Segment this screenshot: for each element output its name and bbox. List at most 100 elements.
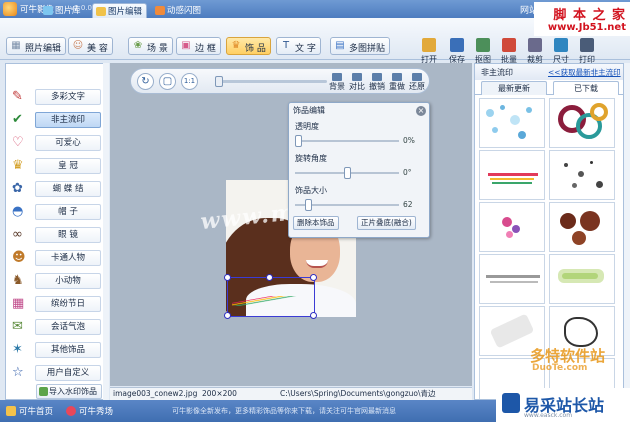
size-slider[interactable] bbox=[295, 199, 399, 211]
tool-button-label: 照片编辑 bbox=[25, 44, 62, 54]
category-label: 非主流印 bbox=[35, 112, 101, 128]
undo-button[interactable]: 撤销 bbox=[367, 73, 387, 91]
compare-label: 对比 bbox=[349, 82, 365, 91]
material-category: 非主流印 bbox=[481, 68, 513, 77]
nav-tab-label: 图片编辑 bbox=[108, 7, 143, 17]
tool-button[interactable]: ▦ 照片编辑 bbox=[6, 37, 67, 55]
material-thumb[interactable] bbox=[549, 254, 615, 304]
status-filename: image003_conew2.jpg bbox=[113, 389, 198, 398]
multiply-blend-button[interactable]: 正片叠底(融合) bbox=[357, 216, 416, 230]
material-tab[interactable]: 已下载 bbox=[553, 81, 619, 95]
close-icon[interactable]: × bbox=[416, 106, 426, 116]
material-thumb[interactable] bbox=[479, 98, 545, 148]
photo-edit-icon: ▦ bbox=[11, 40, 21, 51]
animal-icon: ♞ bbox=[12, 273, 24, 288]
tool-button[interactable]: T文 字 bbox=[276, 37, 321, 55]
category-item[interactable]: ◓ 帽 子 bbox=[6, 201, 106, 223]
category-item[interactable]: ☻ 卡通人物 bbox=[6, 247, 106, 269]
category-item[interactable]: ♞ 小动物 bbox=[6, 270, 106, 292]
tool-button[interactable]: ▤ 多图拼贴 bbox=[330, 37, 391, 55]
opacity-slider[interactable] bbox=[295, 135, 399, 147]
nav-tab-icon bbox=[96, 7, 106, 16]
batch-icon bbox=[502, 38, 516, 52]
category-item[interactable]: ✶ 其他饰品 bbox=[6, 339, 106, 361]
frame-icon: ▣ bbox=[181, 40, 191, 51]
nav-tab-icon bbox=[155, 6, 165, 15]
accessory-edit-dialog: 饰品编辑 × 透明度 0% 旋转角度 0° 饰品大小 62 删除本饰品 正片叠底… bbox=[288, 102, 430, 238]
category-item[interactable]: ☆ 用户自定义 bbox=[6, 362, 106, 384]
nav-tab-icon bbox=[43, 6, 53, 15]
accessory-graphic bbox=[232, 296, 302, 306]
rotation-slider-knob[interactable] bbox=[343, 167, 351, 179]
nav-tab[interactable]: 动感闪图 bbox=[152, 3, 205, 18]
material-thumb[interactable] bbox=[479, 150, 545, 200]
main-nav: 图片库 图片编辑 动感闪图 bbox=[40, 1, 220, 18]
category-item[interactable]: ✎ 多彩文字 bbox=[6, 86, 106, 108]
print-icon bbox=[580, 38, 594, 52]
category-label: 卡通人物 bbox=[35, 250, 101, 266]
zoom-slider-knob[interactable] bbox=[215, 76, 223, 87]
tool-button[interactable]: ▣ 边 框 bbox=[176, 37, 221, 55]
category-label: 小动物 bbox=[35, 273, 101, 289]
nav-tab[interactable]: 图片库 bbox=[40, 3, 85, 18]
zoom-slider[interactable] bbox=[215, 76, 327, 87]
compare-button[interactable]: 对比 bbox=[347, 73, 367, 91]
resize-handle-tl[interactable] bbox=[224, 274, 231, 281]
category-label: 可爱心 bbox=[35, 135, 101, 151]
tool-button[interactable]: ❀ 场 景 bbox=[128, 37, 173, 55]
opacity-slider-knob[interactable] bbox=[295, 135, 302, 147]
watermark-jb51-text: 脚 本 之 家 bbox=[553, 8, 626, 23]
footer-show-link[interactable]: 可牛秀场 bbox=[66, 405, 113, 417]
material-thumb[interactable] bbox=[549, 150, 615, 200]
undo-icon bbox=[372, 73, 382, 81]
actual-size-button[interactable]: 1:1 bbox=[181, 73, 198, 90]
resize-handle-tr[interactable] bbox=[310, 274, 317, 281]
text-icon: T bbox=[282, 40, 290, 51]
restore-button[interactable]: 还原 bbox=[407, 73, 427, 91]
delete-accessory-button[interactable]: 删除本饰品 bbox=[293, 216, 339, 230]
material-thumb[interactable] bbox=[549, 202, 615, 252]
footer-home-link[interactable]: 可牛首页 bbox=[6, 405, 53, 417]
category-item[interactable]: ∞ 眼 镜 bbox=[6, 224, 106, 246]
tool-button[interactable]: ☺ 美 容 bbox=[68, 37, 113, 55]
redo-button[interactable]: 重做 bbox=[387, 73, 407, 91]
alt-stamp-icon: ✔ bbox=[12, 112, 23, 127]
category-item[interactable]: ♡ 可爱心 bbox=[6, 132, 106, 154]
category-item[interactable]: ✔ 非主流印 bbox=[6, 109, 106, 131]
redo-icon bbox=[392, 73, 402, 81]
material-thumb[interactable] bbox=[479, 202, 545, 252]
rotation-slider[interactable] bbox=[295, 167, 399, 179]
resize-handle-t[interactable] bbox=[266, 274, 273, 281]
category-scrollbar[interactable] bbox=[103, 63, 109, 400]
tool-button-label: 美 容 bbox=[87, 44, 108, 54]
material-thumb[interactable] bbox=[479, 254, 545, 304]
accessory-selection-box[interactable] bbox=[224, 274, 317, 319]
resize-handle-bl[interactable] bbox=[224, 312, 231, 319]
category-label: 眼 镜 bbox=[35, 227, 101, 243]
size-slider-knob[interactable] bbox=[304, 199, 312, 211]
rotate-button[interactable]: ↻ bbox=[137, 73, 154, 90]
dialog-title: 饰品编辑 bbox=[293, 106, 325, 115]
category-item[interactable]: ♛ 皇 冠 bbox=[6, 155, 106, 177]
footer-news-ticker[interactable]: 可牛影像全新发布，更多精彩饰品等你来下载，请关注可牛官网最新消息 bbox=[172, 406, 396, 416]
category-item[interactable]: ▦ 缤纷节日 bbox=[6, 293, 106, 315]
resize-handle-br[interactable] bbox=[310, 312, 317, 319]
tool-button[interactable]: ♛ 饰 品 bbox=[226, 37, 271, 55]
material-scrollbar[interactable] bbox=[624, 63, 630, 400]
background-button[interactable]: 背景 bbox=[327, 73, 347, 91]
material-thumb[interactable] bbox=[549, 98, 615, 148]
category-item[interactable]: ✉ 会话气泡 bbox=[6, 316, 106, 338]
get-more-link[interactable]: <<获取最新非主流印 bbox=[548, 67, 621, 78]
material-tab[interactable]: 最新更新 bbox=[481, 81, 547, 95]
import-icon bbox=[39, 387, 48, 396]
nav-tab[interactable]: 图片编辑 bbox=[92, 3, 148, 18]
category-label: 皇 冠 bbox=[35, 158, 101, 174]
star-icon: ☆ bbox=[12, 365, 24, 380]
colorful-text-icon: ✎ bbox=[12, 89, 23, 104]
category-item[interactable]: ✿ 蝴 蝶 结 bbox=[6, 178, 106, 200]
nav-tab-label: 图片库 bbox=[55, 6, 81, 16]
import-watermark-button[interactable]: 导入水印饰品 bbox=[36, 384, 102, 399]
canvas-toolbar: ↻ ▢ 1:1 背景 对比 撤销 重做 还原 bbox=[130, 68, 430, 94]
crop-icon bbox=[528, 38, 542, 52]
fit-window-button[interactable]: ▢ bbox=[159, 73, 176, 90]
